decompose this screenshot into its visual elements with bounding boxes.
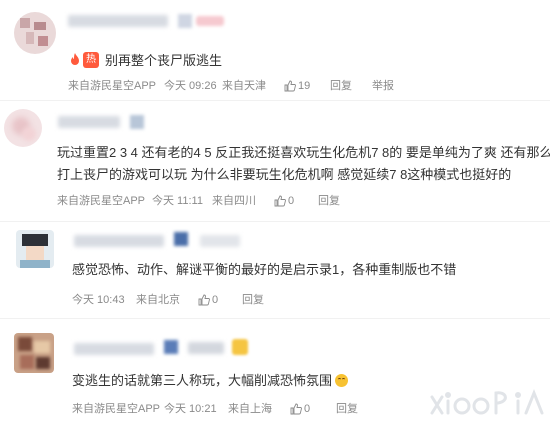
location-label: 来自天津 [222,80,266,92]
username[interactable] [74,235,164,247]
comment-meta: 今天 10:43 来自北京 0 回复 [0,292,550,308]
hot-badge: 热 [83,51,99,68]
time-label: 今天 09:26 [164,80,217,92]
site-watermark-logo [430,388,544,415]
reply-button[interactable]: 回复 [336,401,358,417]
like-count: 0 [288,195,295,207]
comment-3: 感觉恐怖、动作、解谜平衡的最好的是启示录1，各种重制版也不错 今天 10:43 … [0,222,550,316]
comment-text: 变逃生的话就第三人称玩，大幅削减恐怖氛围 [72,369,349,392]
like-count: 19 [298,80,311,92]
location-label: 来自四川 [212,195,256,207]
time-label: 今天 11:11 [152,195,203,207]
user-tag [188,342,224,354]
report-button[interactable]: 举报 [372,78,394,94]
medal-badge-icon [232,339,248,355]
thumbs-up-icon [290,403,302,415]
level-badge-icon [178,14,192,28]
level-badge-icon [130,115,144,129]
like-button[interactable]: 19 [284,78,310,94]
comment-text-line-1: 玩过重置2 3 4 还有老的4 5 反正我还挺喜欢玩生化危机7 8的 要是单纯为… [57,145,550,160]
avatar[interactable] [14,12,56,54]
grinning-sweat-emoji-icon [335,374,349,387]
comment-text-content: 变逃生的话就第三人称玩，大幅削减恐怖氛围 [72,373,333,388]
user-tag [200,235,240,247]
like-button[interactable]: 0 [290,401,310,417]
thumbs-up-icon [274,195,286,207]
like-count: 0 [304,403,311,415]
avatar[interactable] [16,230,54,268]
reply-button[interactable]: 回复 [318,193,340,209]
source-label: 来自游民星空APP [57,195,146,207]
like-button[interactable]: 0 [274,193,294,209]
source-label: 来自游民星空APP [72,403,161,415]
comment-meta: 来自游民星空APP 今天 11:11 来自四川 0 回复 [0,193,550,209]
comment-text: 感觉恐怖、动作、解谜平衡的最好的是启示录1，各种重制版也不错 [72,262,457,277]
avatar[interactable] [4,109,42,147]
time-label: 今天 10:43 [72,294,125,306]
fire-icon [71,53,79,65]
hot-comment-row: 热 别再整个丧尸版逃生 [70,50,222,69]
like-count: 0 [212,294,219,306]
location-label: 来自上海 [228,403,272,415]
avatar[interactable] [14,333,54,373]
username[interactable] [74,343,154,355]
location-label: 来自北京 [136,294,180,306]
comment-2: 玩过重置2 3 4 还有老的4 5 反正我还挺喜欢玩生化危机7 8的 要是单纯为… [0,101,550,221]
thumbs-up-icon [284,80,296,92]
like-button[interactable]: 0 [198,292,218,308]
level-badge-icon [164,340,178,354]
username[interactable] [68,15,168,27]
thumbs-up-icon [198,294,210,306]
reply-button[interactable]: 回复 [242,292,264,308]
reply-button[interactable]: 回复 [330,78,352,94]
level-badge-icon [174,232,188,246]
time-label: 今天 10:21 [164,403,217,415]
username[interactable] [58,116,120,128]
comment-text-line-2: 打上丧尸的游戏可以玩 为什么非要玩生化危机啊 感觉延续7 8这种模式也挺好的 [57,167,512,182]
comment-meta: 来自游民星空APP 今天 09:26 来自天津 19 回复 举报 [0,78,550,94]
comment-text: 别再整个丧尸版逃生 [105,53,223,68]
vip-badge-icon [196,16,224,26]
source-label: 来自游民星空APP [68,80,157,92]
comment-1: 热 别再整个丧尸版逃生 来自游民星空APP 今天 09:26 来自天津 19 回… [0,0,550,100]
